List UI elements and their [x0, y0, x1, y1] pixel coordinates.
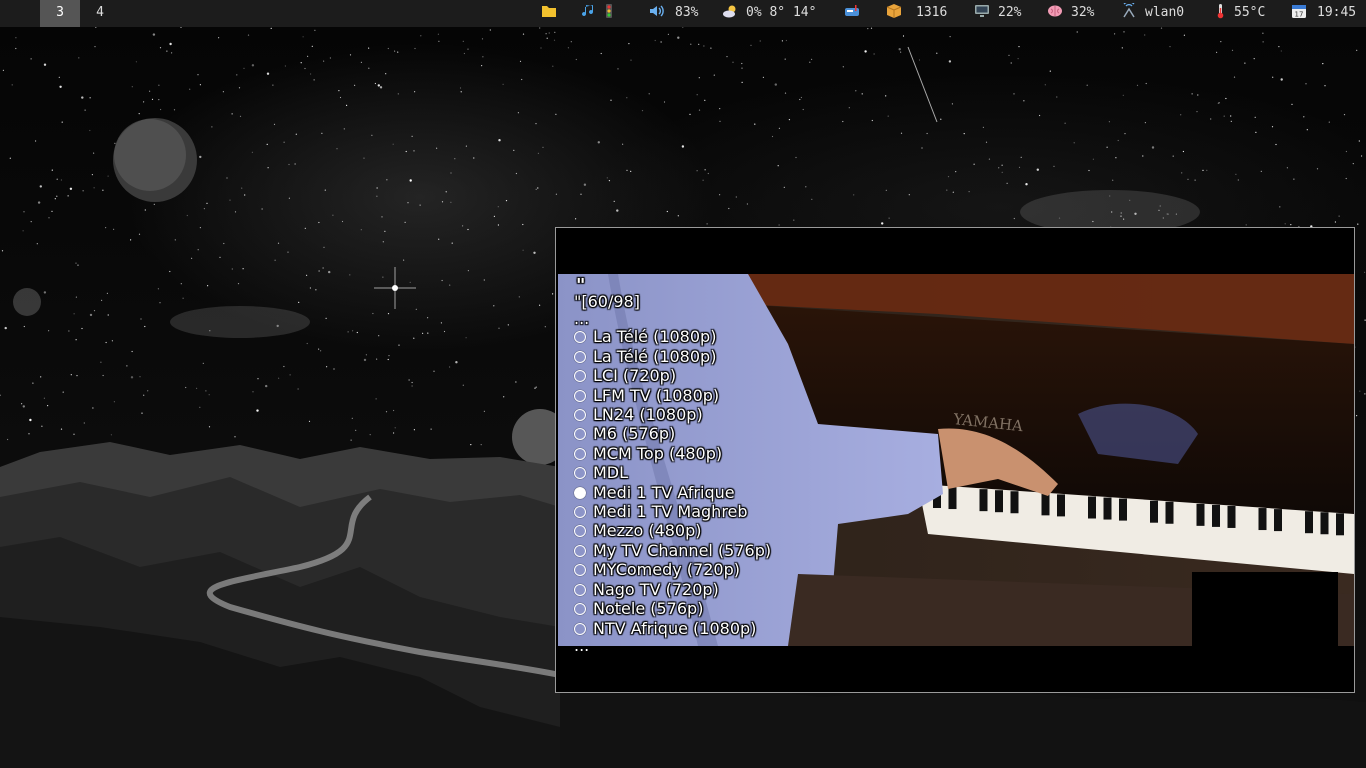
playlist-item[interactable]: La Télé (1080p) [574, 347, 771, 366]
cpu-indicator[interactable]: 22% [974, 0, 1021, 27]
playlist-osd: " "[60/98] ... La Télé (1080p) La Télé (1… [574, 275, 771, 655]
mailbox-icon[interactable] [844, 0, 866, 27]
weather-text: 0% 8° 14° [746, 5, 817, 20]
playlist-item[interactable]: La Télé (1080p) [574, 327, 771, 346]
music-note-icon[interactable] [581, 0, 599, 27]
calendar-icon: 17 [1292, 5, 1306, 19]
thermometer-icon [1217, 4, 1224, 19]
playlist-item[interactable]: My TV Channel (576p) [574, 541, 771, 560]
radio-empty-icon [574, 389, 586, 402]
playlist-item[interactable]: MDL [574, 463, 771, 482]
playlist-item[interactable]: Medi 1 TV Maghreb [574, 502, 771, 521]
cpu-text: 22% [998, 5, 1022, 20]
temperature-text: 55°C [1234, 5, 1266, 20]
radio-empty-icon [574, 622, 586, 635]
radio-empty-icon [574, 467, 586, 480]
memory-text: 32% [1071, 5, 1095, 20]
playlist-item-label: La Télé (1080p) [593, 327, 717, 347]
radio-empty-icon [574, 583, 586, 596]
playlist-item[interactable]: LFM TV (1080p) [574, 386, 771, 405]
playlist-item[interactable]: MYComedy (720p) [574, 560, 771, 579]
playlist-item-label: MDL [593, 463, 629, 483]
svg-text:17: 17 [1295, 11, 1304, 19]
playlist-item[interactable]: Medi 1 TV Afrique [574, 483, 771, 502]
playlist-item[interactable]: M6 (576p) [574, 424, 771, 443]
radio-empty-icon [574, 428, 586, 441]
radio-empty-icon [574, 564, 586, 577]
playlist-item-label: Medi 1 TV Maghreb [593, 502, 748, 522]
playlist-item-label: Notele (576p) [593, 599, 704, 619]
playlist-item-label: La Télé (1080p) [593, 346, 717, 366]
playlist-ellipsis-top: ... [574, 309, 590, 329]
volume-text: 83% [675, 5, 699, 20]
monitor-icon [975, 5, 989, 17]
playlist-item[interactable]: Mezzo (480p) [574, 521, 771, 540]
playlist-item-label: MYComedy (720p) [593, 560, 740, 580]
package-icon [886, 4, 902, 18]
temperature-indicator[interactable]: 55°C [1212, 0, 1265, 27]
playlist-item[interactable]: LN24 (1080p) [574, 405, 771, 424]
radio-empty-icon [574, 544, 586, 557]
playlist-ellipsis-bottom: ... [574, 635, 590, 655]
folder-icon[interactable] [541, 0, 563, 27]
radio-empty-icon [574, 525, 586, 538]
playlist-items: La Télé (1080p) La Télé (1080p) LCI (720p)… [574, 327, 771, 638]
playlist-item-label: M6 (576p) [593, 424, 676, 444]
radio-selected-icon [574, 486, 586, 499]
radio-empty-icon [574, 409, 586, 422]
playlist-item[interactable]: NTV Afrique (1080p) [574, 619, 771, 638]
network-indicator[interactable]: wlan0 [1121, 0, 1184, 27]
radio-empty-icon [574, 370, 586, 383]
playlist-item[interactable]: Nago TV (720p) [574, 580, 771, 599]
volume-indicator[interactable]: 83% [648, 0, 698, 27]
playlist-item-label: Nago TV (720p) [593, 579, 719, 599]
radio-empty-icon [574, 447, 586, 460]
clock-text: 19:45 [1317, 5, 1357, 20]
clock-indicator[interactable]: 17 19:45 [1291, 0, 1356, 27]
playlist-item-label: NTV Afrique (1080p) [593, 618, 757, 638]
traffic-light-icon[interactable] [601, 0, 623, 27]
weather-indicator[interactable]: 0% 8° 14° [722, 0, 816, 27]
playlist-item-label: Medi 1 TV Afrique [593, 482, 735, 502]
top-status-bar: 3 4 83% 0% 8° 14° 1316 22% 32% wlan0 55°… [0, 0, 1366, 27]
playlist-counter: "[60/98] [574, 292, 640, 311]
playlist-item-label: LFM TV (1080p) [593, 385, 720, 405]
radio-empty-icon [574, 603, 586, 616]
playlist-title-quote: " [576, 275, 586, 296]
playlist-item-label: MCM Top (480p) [593, 443, 723, 463]
playlist-item[interactable]: LCI (720p) [574, 366, 771, 385]
workspace-3-button[interactable]: 3 [40, 0, 80, 27]
packages-indicator[interactable]: 1316 [886, 0, 947, 27]
network-text: wlan0 [1145, 5, 1185, 20]
playlist-item[interactable]: MCM Top (480p) [574, 444, 771, 463]
packages-count: 1316 [916, 5, 948, 20]
playlist-item-label: My TV Channel (576p) [593, 540, 772, 560]
playlist-item-label: LN24 (1080p) [593, 405, 703, 425]
cloud-sun-icon [723, 5, 736, 18]
brain-icon [1048, 5, 1062, 17]
playlist-item-label: Mezzo (480p) [593, 521, 702, 541]
memory-indicator[interactable]: 32% [1047, 0, 1094, 27]
speaker-icon [650, 5, 664, 17]
radio-empty-icon [574, 331, 586, 344]
workspace-4-button[interactable]: 4 [80, 0, 120, 27]
antenna-icon [1123, 3, 1135, 18]
playlist-item-label: LCI (720p) [593, 366, 677, 386]
radio-empty-icon [574, 506, 586, 519]
radio-empty-icon [574, 350, 586, 363]
playlist-item[interactable]: Notele (576p) [574, 599, 771, 618]
media-player-window[interactable]: YAMAHA " "[60/98] ... La Télé (1080p) La … [555, 227, 1355, 693]
